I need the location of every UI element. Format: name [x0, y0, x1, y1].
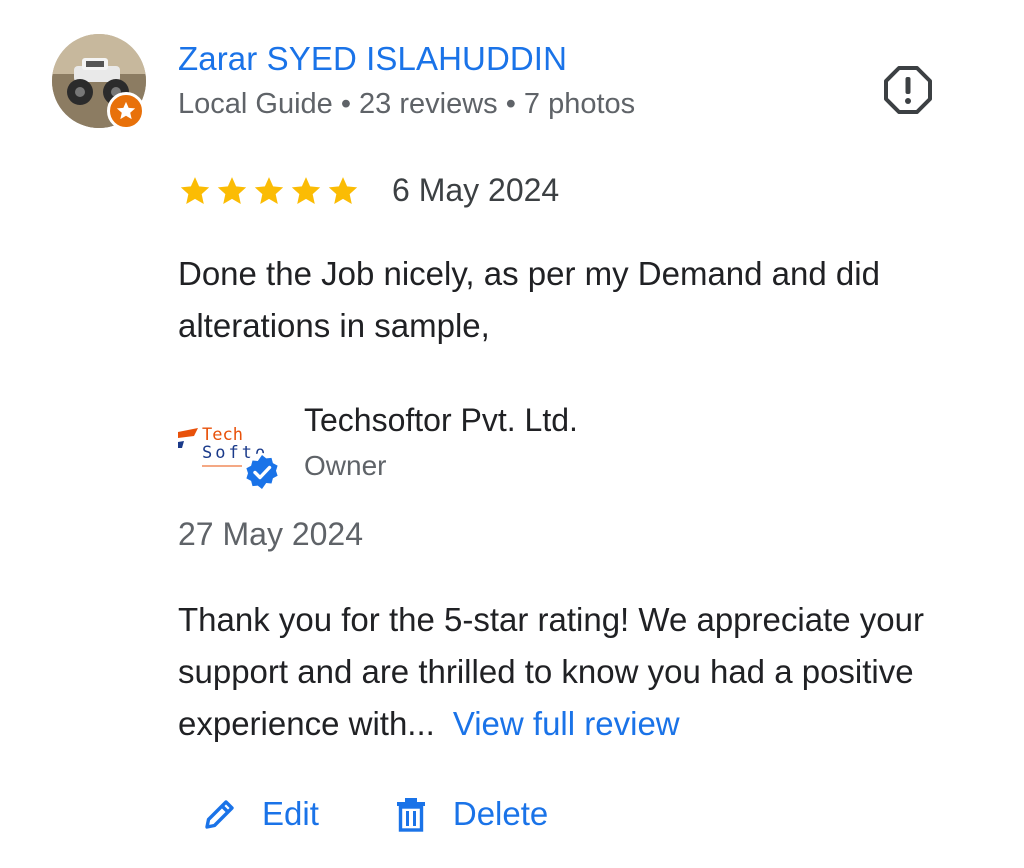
report-icon[interactable] [882, 64, 934, 116]
star-icon [328, 176, 358, 204]
edit-button[interactable]: Edit [200, 794, 319, 834]
trash-icon [396, 798, 425, 832]
star-icon [254, 176, 284, 204]
pencil-icon [205, 800, 234, 829]
verified-badge-icon [242, 452, 282, 492]
owner-name: Techsoftor Pvt. Ltd. [304, 402, 578, 438]
star-rating [178, 174, 360, 208]
local-guide-star-icon [107, 92, 145, 130]
delete-label: Delete [452, 795, 549, 832]
edit-label: Edit [262, 795, 319, 832]
delete-button[interactable]: Delete [391, 794, 548, 834]
view-full-review-link[interactable]: View full review [453, 705, 680, 742]
owner-role: Owner [304, 450, 387, 481]
review-text: Done the Job nicely, as per my Demand an… [178, 255, 880, 344]
review-actions: Edit Delete [200, 794, 548, 834]
reviewer-name[interactable]: Zarar SYED ISLAHUDDIN [178, 40, 567, 78]
review-card: Zarar SYED ISLAHUDDIN Local Guide • 23 r… [0, 0, 1024, 868]
star-icon [180, 176, 210, 204]
owner-logo-text-1: Tech [202, 425, 243, 445]
reviewer-meta: Local Guide • 23 reviews • 7 photos [178, 88, 636, 120]
star-icon [291, 176, 321, 204]
owner-reply-text: Thank you for the 5-star rating! We appr… [178, 594, 998, 750]
reply-date: 27 May 2024 [178, 516, 364, 552]
review-date: 6 May 2024 [392, 172, 560, 208]
rating-row: 6 May 2024 [178, 172, 559, 209]
star-icon [217, 176, 247, 204]
